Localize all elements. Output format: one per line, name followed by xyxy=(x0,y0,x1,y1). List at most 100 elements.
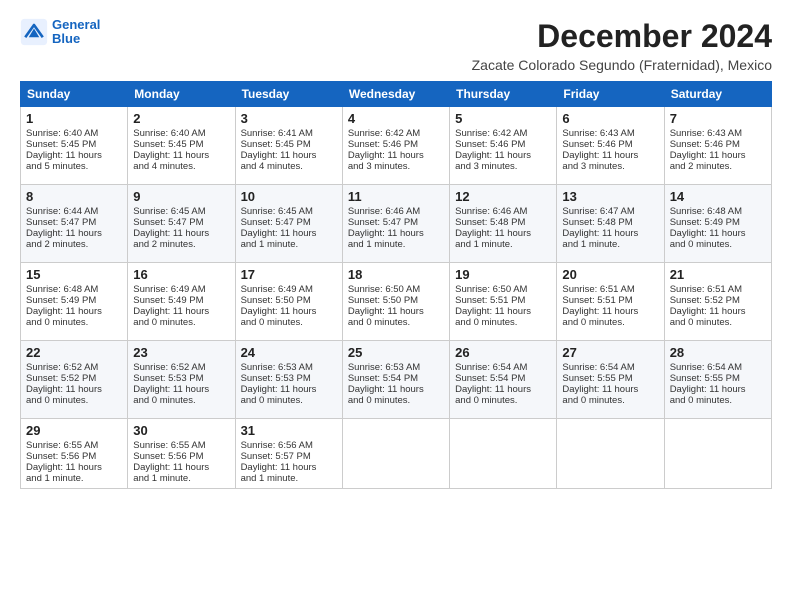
day-info-line: Sunset: 5:49 PM xyxy=(133,295,229,306)
subtitle: Zacate Colorado Segundo (Fraternidad), M… xyxy=(472,57,772,73)
day-info-line: Sunset: 5:54 PM xyxy=(455,373,551,384)
day-info-line: Sunset: 5:47 PM xyxy=(133,217,229,228)
day-number: 13 xyxy=(562,189,658,204)
day-info-line: Sunset: 5:51 PM xyxy=(455,295,551,306)
day-number: 7 xyxy=(670,111,766,126)
day-info-line: and 0 minutes. xyxy=(670,317,766,328)
day-info-line: and 0 minutes. xyxy=(133,317,229,328)
day-info-line: and 0 minutes. xyxy=(241,317,337,328)
day-info-line: Sunset: 5:46 PM xyxy=(670,139,766,150)
day-number: 1 xyxy=(26,111,122,126)
calendar-header-row: SundayMondayTuesdayWednesdayThursdayFrid… xyxy=(21,82,772,107)
day-info-line: Sunset: 5:51 PM xyxy=(562,295,658,306)
day-number: 28 xyxy=(670,345,766,360)
day-info-line: and 2 minutes. xyxy=(26,239,122,250)
day-info-line: and 3 minutes. xyxy=(562,161,658,172)
day-info-line: Daylight: 11 hours xyxy=(562,306,658,317)
day-info-line: Sunrise: 6:43 AM xyxy=(562,128,658,139)
day-info-line: and 0 minutes. xyxy=(562,395,658,406)
page: General Blue December 2024 Zacate Colora… xyxy=(0,0,792,499)
day-info-line: Daylight: 11 hours xyxy=(348,384,444,395)
day-number: 29 xyxy=(26,423,122,438)
day-info-line: Daylight: 11 hours xyxy=(562,228,658,239)
day-number: 27 xyxy=(562,345,658,360)
day-info-line: Sunset: 5:45 PM xyxy=(133,139,229,150)
calendar-cell: 27Sunrise: 6:54 AMSunset: 5:55 PMDayligh… xyxy=(557,341,664,419)
calendar-cell: 17Sunrise: 6:49 AMSunset: 5:50 PMDayligh… xyxy=(235,263,342,341)
day-info-line: Daylight: 11 hours xyxy=(455,306,551,317)
calendar-cell: 4Sunrise: 6:42 AMSunset: 5:46 PMDaylight… xyxy=(342,107,449,185)
day-info-line: and 5 minutes. xyxy=(26,161,122,172)
day-info-line: Sunset: 5:48 PM xyxy=(455,217,551,228)
day-number: 20 xyxy=(562,267,658,282)
calendar-cell: 23Sunrise: 6:52 AMSunset: 5:53 PMDayligh… xyxy=(128,341,235,419)
calendar-cell: 15Sunrise: 6:48 AMSunset: 5:49 PMDayligh… xyxy=(21,263,128,341)
day-number: 31 xyxy=(241,423,337,438)
calendar-cell: 6Sunrise: 6:43 AMSunset: 5:46 PMDaylight… xyxy=(557,107,664,185)
col-header-thursday: Thursday xyxy=(450,82,557,107)
calendar-cell: 2Sunrise: 6:40 AMSunset: 5:45 PMDaylight… xyxy=(128,107,235,185)
calendar-cell: 18Sunrise: 6:50 AMSunset: 5:50 PMDayligh… xyxy=(342,263,449,341)
day-info-line: Sunset: 5:56 PM xyxy=(133,451,229,462)
day-info-line: Daylight: 11 hours xyxy=(26,150,122,161)
day-info-line: Sunrise: 6:55 AM xyxy=(26,440,122,451)
calendar-cell: 13Sunrise: 6:47 AMSunset: 5:48 PMDayligh… xyxy=(557,185,664,263)
logo-line1: General xyxy=(52,17,100,32)
day-info-line: Sunrise: 6:50 AM xyxy=(455,284,551,295)
day-info-line: Daylight: 11 hours xyxy=(133,150,229,161)
calendar-cell: 9Sunrise: 6:45 AMSunset: 5:47 PMDaylight… xyxy=(128,185,235,263)
day-info-line: Sunset: 5:50 PM xyxy=(241,295,337,306)
day-info-line: Daylight: 11 hours xyxy=(562,150,658,161)
day-info-line: Sunset: 5:45 PM xyxy=(241,139,337,150)
day-info-line: Daylight: 11 hours xyxy=(670,228,766,239)
day-info-line: and 0 minutes. xyxy=(670,239,766,250)
day-info-line: Daylight: 11 hours xyxy=(26,462,122,473)
logo: General Blue xyxy=(20,18,100,47)
day-info-line: Sunset: 5:46 PM xyxy=(348,139,444,150)
day-info-line: and 0 minutes. xyxy=(133,395,229,406)
day-info-line: Sunrise: 6:47 AM xyxy=(562,206,658,217)
day-info-line: Sunset: 5:56 PM xyxy=(26,451,122,462)
day-info-line: and 0 minutes. xyxy=(26,395,122,406)
day-info-line: Sunrise: 6:53 AM xyxy=(348,362,444,373)
day-number: 16 xyxy=(133,267,229,282)
day-info-line: Sunset: 5:45 PM xyxy=(26,139,122,150)
day-info-line: and 1 minute. xyxy=(455,239,551,250)
day-info-line: and 0 minutes. xyxy=(348,317,444,328)
day-info-line: Sunrise: 6:44 AM xyxy=(26,206,122,217)
day-info-line: Sunrise: 6:50 AM xyxy=(348,284,444,295)
logo-text: General Blue xyxy=(52,18,100,47)
col-header-friday: Friday xyxy=(557,82,664,107)
day-info-line: Sunset: 5:46 PM xyxy=(562,139,658,150)
calendar-cell: 22Sunrise: 6:52 AMSunset: 5:52 PMDayligh… xyxy=(21,341,128,419)
day-info-line: and 0 minutes. xyxy=(562,317,658,328)
day-number: 12 xyxy=(455,189,551,204)
calendar-week-row: 29Sunrise: 6:55 AMSunset: 5:56 PMDayligh… xyxy=(21,419,772,489)
calendar-week-row: 8Sunrise: 6:44 AMSunset: 5:47 PMDaylight… xyxy=(21,185,772,263)
day-info-line: Daylight: 11 hours xyxy=(670,306,766,317)
day-info-line: Sunrise: 6:40 AM xyxy=(26,128,122,139)
calendar-table: SundayMondayTuesdayWednesdayThursdayFrid… xyxy=(20,81,772,489)
day-info-line: Sunrise: 6:51 AM xyxy=(562,284,658,295)
col-header-monday: Monday xyxy=(128,82,235,107)
day-number: 24 xyxy=(241,345,337,360)
day-info-line: Sunrise: 6:48 AM xyxy=(26,284,122,295)
logo-line2: Blue xyxy=(52,31,80,46)
calendar-week-row: 15Sunrise: 6:48 AMSunset: 5:49 PMDayligh… xyxy=(21,263,772,341)
day-number: 19 xyxy=(455,267,551,282)
calendar-cell: 1 Sunrise: 6:40 AMSunset: 5:45 PMDaylight… xyxy=(21,107,128,185)
day-number: 2 xyxy=(133,111,229,126)
day-info-line: Sunrise: 6:48 AM xyxy=(670,206,766,217)
calendar-cell: 8Sunrise: 6:44 AMSunset: 5:47 PMDaylight… xyxy=(21,185,128,263)
col-header-wednesday: Wednesday xyxy=(342,82,449,107)
day-info-line: Sunset: 5:49 PM xyxy=(670,217,766,228)
day-info-line: Daylight: 11 hours xyxy=(26,384,122,395)
day-info-line: Sunrise: 6:54 AM xyxy=(670,362,766,373)
day-info-line: Sunrise: 6:46 AM xyxy=(348,206,444,217)
calendar-cell: 20 Sunrise: 6:51 AMSunset: 5:51 PMDayligh… xyxy=(557,263,664,341)
day-info-line: Daylight: 11 hours xyxy=(455,228,551,239)
calendar-cell: 29 Sunrise: 6:55 AMSunset: 5:56 PMDayligh… xyxy=(21,419,128,489)
day-info-line: Daylight: 11 hours xyxy=(455,384,551,395)
day-info-line: and 4 minutes. xyxy=(241,161,337,172)
calendar-cell: 14Sunrise: 6:48 AMSunset: 5:49 PMDayligh… xyxy=(664,185,771,263)
